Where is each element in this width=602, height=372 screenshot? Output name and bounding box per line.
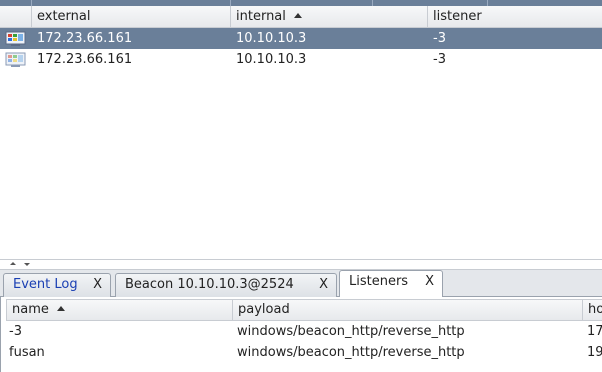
tab-label: Event Log — [13, 277, 78, 292]
tab-label: Beacon 10.10.10.3@2524 — [125, 277, 294, 292]
listener-host: 19 — [587, 345, 602, 360]
column-header-icon[interactable] — [0, 6, 32, 28]
column-header-host[interactable]: ho — [583, 300, 602, 320]
windows-session-icon — [5, 31, 26, 46]
session-internal: 10.10.10.3 — [236, 31, 307, 46]
listener-row[interactable]: fusan windows/beacon_http/reverse_http 1… — [6, 342, 602, 363]
close-tab-button[interactable]: X — [93, 274, 102, 296]
session-row[interactable]: 172.23.66.161 10.10.10.3 -3 — [0, 49, 602, 70]
listener-payload: windows/beacon_http/reverse_http — [237, 324, 465, 339]
tab-label: Listeners — [349, 274, 409, 289]
tab-bar: Event Log X Beacon 10.10.10.3@2524 X Lis… — [0, 270, 602, 298]
windows-session-icon — [5, 52, 26, 67]
listener-payload: windows/beacon_http/reverse_http — [237, 345, 465, 360]
session-listener: -3 — [433, 52, 446, 67]
sessions-table-header: external internal listener — [0, 6, 602, 28]
tab-listeners[interactable]: Listeners X — [339, 270, 443, 298]
listener-host: 17 — [587, 324, 602, 339]
sort-ascending-icon — [293, 13, 302, 18]
listener-name: -3 — [9, 324, 22, 339]
column-header-name-label: name — [12, 302, 49, 317]
sort-ascending-icon — [56, 306, 65, 311]
column-header-internal-label: internal — [236, 9, 286, 24]
expand-up-icon[interactable] — [10, 262, 16, 265]
session-external: 172.23.66.161 — [37, 31, 133, 46]
close-tab-button[interactable]: X — [319, 274, 328, 296]
pane-splitter[interactable] — [0, 259, 602, 270]
session-listener: -3 — [433, 31, 446, 46]
listeners-table[interactable]: name payload ho -3 windows/beacon_http/r… — [0, 297, 602, 372]
close-tab-button[interactable]: X — [425, 271, 434, 293]
column-header-name[interactable]: name — [7, 300, 233, 320]
tab-event-log[interactable]: Event Log X — [3, 273, 111, 297]
listener-name: fusan — [9, 345, 45, 360]
listeners-table-header: name payload ho — [6, 299, 602, 321]
tab-beacon[interactable]: Beacon 10.10.10.3@2524 X — [115, 273, 337, 297]
sessions-table[interactable]: external internal listener 172.23.66.161… — [0, 6, 602, 259]
column-header-payload[interactable]: payload — [233, 300, 583, 320]
session-external: 172.23.66.161 — [37, 52, 133, 67]
column-header-internal[interactable]: internal — [231, 6, 428, 28]
session-row[interactable]: 172.23.66.161 10.10.10.3 -3 — [0, 28, 602, 49]
listener-row[interactable]: -3 windows/beacon_http/reverse_http 17 — [6, 321, 602, 342]
column-header-listener[interactable]: listener — [428, 6, 602, 28]
expand-down-icon[interactable] — [24, 263, 30, 266]
column-header-external[interactable]: external — [32, 6, 231, 28]
session-internal: 10.10.10.3 — [236, 52, 307, 67]
